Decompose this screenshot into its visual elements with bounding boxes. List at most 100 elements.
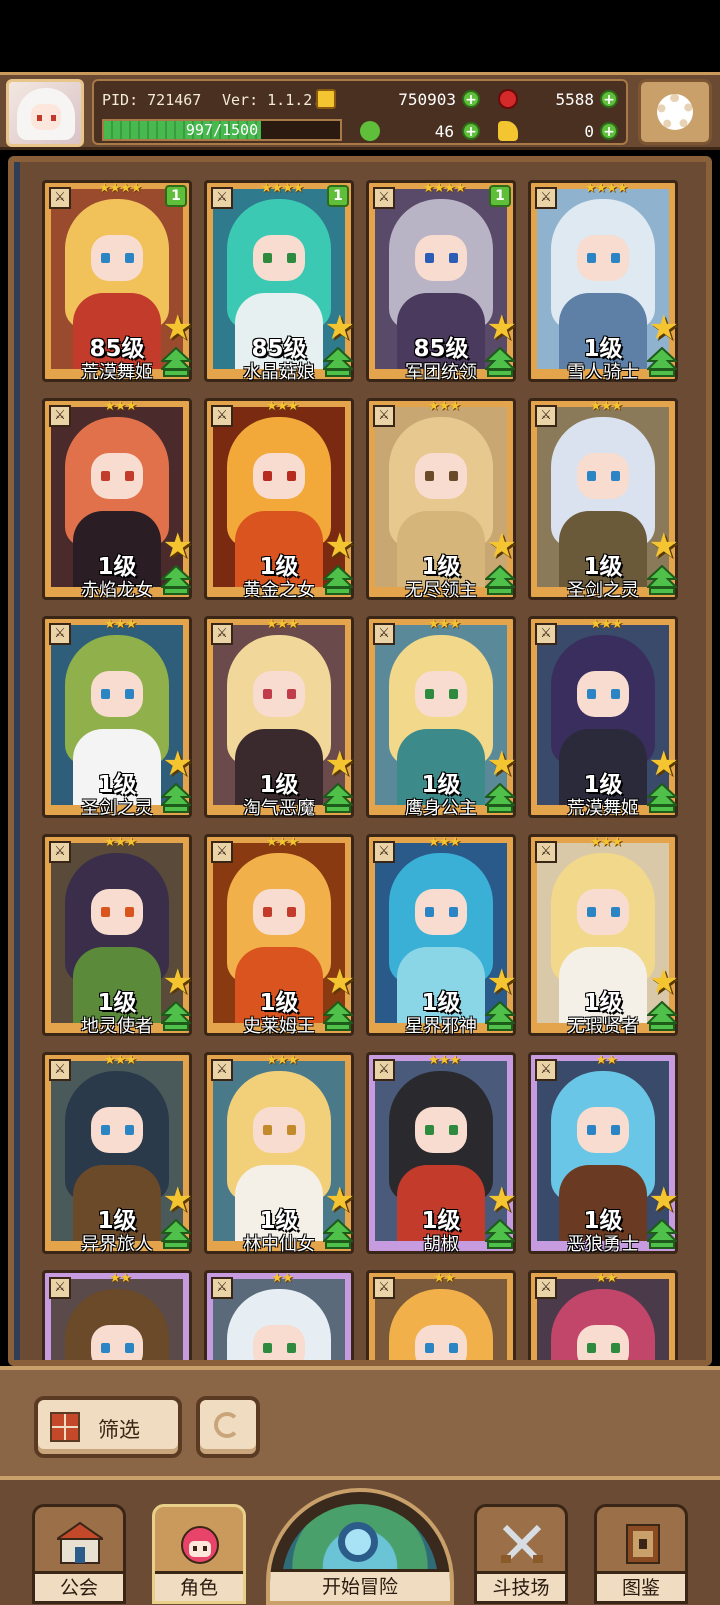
hero-eye <box>611 1125 620 1135</box>
hero-card[interactable]: ⚔ ★★ <box>366 1270 516 1360</box>
hero-card[interactable]: 1级 ⚔ ★★★ ★ 异界旅人 <box>42 1052 193 1255</box>
hero-class-icon: ⚔ <box>49 187 71 209</box>
nav-start-adventure[interactable]: 开始冒险 <box>266 1488 454 1605</box>
add-gems-button[interactable]: + <box>600 90 618 108</box>
hero-badge: 1 <box>165 185 187 207</box>
hero-name: 军团统领 <box>405 362 477 383</box>
nav-arena[interactable]: 斗技场 <box>474 1504 568 1604</box>
hero-card[interactable]: ⚔ ★★ <box>42 1270 192 1360</box>
player-avatar[interactable] <box>6 79 84 147</box>
nav-codex[interactable]: 图鉴 <box>594 1504 688 1604</box>
hero-stars: ★★★★ <box>260 181 305 196</box>
hero-class-icon: ⚔ <box>49 405 71 427</box>
hero-roster[interactable]: 85级 ⚔ ★★★★ 1 ★ 荒漠舞姬 85级 ⚔ ★★★★ 1 ★ 水晶菇娘 85级 ⚔ ★★★★ 1 ★ 军团… <box>8 156 712 1366</box>
upgrade-star-icon: ★ <box>324 526 355 566</box>
hero-eye <box>425 1343 434 1353</box>
hero-eye <box>125 1125 134 1135</box>
hero-card[interactable]: 1级 ⚔ ★★★ ★ 史莱姆王 <box>204 834 355 1037</box>
hero-eye <box>101 1343 110 1353</box>
hero-name: 无瑕贤者 <box>567 1016 639 1037</box>
hero-card[interactable]: 1级 ⚔ ★★★ ★ 星界邪神 <box>366 834 517 1037</box>
upgrade-star-icon: ★ <box>648 744 679 784</box>
hero-card[interactable]: ⚔ ★★ <box>528 1270 678 1360</box>
hero-eye <box>449 471 458 481</box>
hero-class-icon: ⚔ <box>49 1059 71 1081</box>
hero-card[interactable]: 1级 ⚔ ★★★ ★ 胡椒 <box>366 1052 517 1255</box>
hero-stars: ★★ <box>595 1271 617 1286</box>
hero-eye <box>449 907 458 917</box>
add-horn-button[interactable]: + <box>600 122 618 140</box>
hero-card[interactable]: 1级 ⚔ ★★★ ★ 无尽领主 <box>366 398 517 601</box>
hero-face <box>577 671 629 717</box>
status-bar <box>0 0 720 72</box>
exp-text: 997/1500 <box>185 121 259 139</box>
hero-name: 鹰身公主 <box>405 798 477 819</box>
hero-stars: ★★ <box>109 1271 131 1286</box>
hero-card[interactable]: 1级 ⚔ ★★★ ★ 林中仙女 <box>204 1052 355 1255</box>
add-clover-button[interactable]: + <box>462 122 480 140</box>
add-gold-button[interactable]: + <box>462 90 480 108</box>
hero-card[interactable]: 1级 ⚔ ★★★ ★ 圣剑之灵 <box>528 398 679 601</box>
hero-card[interactable]: 1级 ⚔ ★★★ ★ 淘气恶魔 <box>204 616 355 819</box>
grid-icon <box>50 1412 80 1442</box>
hero-card[interactable]: 1级 ⚔ ★★★ ★ 荒漠舞姬 <box>528 616 679 819</box>
hero-stars: ★★★ <box>590 399 623 414</box>
nav-codex-label: 图鉴 <box>597 1571 685 1601</box>
hero-eye <box>587 907 596 917</box>
hero-stars: ★★★ <box>104 399 137 414</box>
refresh-button[interactable] <box>196 1396 260 1458</box>
hero-card[interactable]: 1级 ⚔ ★★★ ★ 黄金之女 <box>204 398 355 601</box>
hero-class-icon: ⚔ <box>49 623 71 645</box>
horn-amount: 0 <box>584 122 594 141</box>
hero-stars: ★★★★ <box>422 181 467 196</box>
hero-card[interactable]: 1级 ⚔ ★★★ ★ 鹰身公主 <box>366 616 517 819</box>
hero-card[interactable]: 85级 ⚔ ★★★★ 1 ★ 军团统领 <box>366 180 517 383</box>
hero-face <box>577 1107 629 1153</box>
hero-stars: ★★ <box>595 1053 617 1068</box>
hero-card[interactable]: 1级 ⚔ ★★★★ ★ 雪人骑士 <box>528 180 679 383</box>
hero-face <box>415 1107 467 1153</box>
hero-card[interactable]: 1级 ⚔ ★★★ ★ 地灵使者 <box>42 834 193 1037</box>
gear-icon <box>657 94 693 130</box>
refresh-icon <box>214 1412 240 1438</box>
hero-name: 水晶菇娘 <box>243 362 315 383</box>
hero-card[interactable]: 1级 ⚔ ★★ ★ 恶狼勇士 <box>528 1052 679 1255</box>
hero-face <box>91 889 143 935</box>
upgrade-star-icon: ★ <box>648 962 679 1002</box>
hero-class-icon: ⚔ <box>373 187 395 209</box>
upgrade-star-icon: ★ <box>486 744 517 784</box>
hero-card[interactable]: ⚔ ★★ <box>204 1270 354 1360</box>
hero-stars: ★★★★ <box>584 181 629 196</box>
hero-class-icon: ⚔ <box>535 623 557 645</box>
hero-eye <box>287 471 296 481</box>
filter-button[interactable]: 筛选 <box>34 1396 182 1458</box>
hero-card[interactable]: 1级 ⚔ ★★★ ★ 圣剑之灵 <box>42 616 193 819</box>
hero-face <box>91 671 143 717</box>
hero-stars: ★★★ <box>428 835 461 850</box>
hero-face <box>253 235 305 281</box>
hero-name: 地灵使者 <box>81 1016 153 1037</box>
hero-name: 圣剑之灵 <box>567 580 639 601</box>
hero-face <box>415 453 467 499</box>
hero-face <box>253 1107 305 1153</box>
hero-class-icon: ⚔ <box>211 1277 233 1299</box>
hero-card[interactable]: 1级 ⚔ ★★★ ★ 赤焰龙女 <box>42 398 193 601</box>
upgrade-star-icon: ★ <box>324 1180 355 1220</box>
hero-badge: 1 <box>489 185 511 207</box>
settings-button[interactable] <box>638 79 712 145</box>
hero-stars: ★★★ <box>590 835 623 850</box>
bottom-nav: 公会 角色 开始冒险 斗技场 图鉴 <box>0 1476 720 1605</box>
nav-guild[interactable]: 公会 <box>32 1504 126 1604</box>
horn-icon <box>498 121 518 141</box>
hero-card[interactable]: 85级 ⚔ ★★★★ 1 ★ 水晶菇娘 <box>204 180 355 383</box>
hero-eye <box>587 689 596 699</box>
hero-eye <box>611 1343 620 1353</box>
nav-character[interactable]: 角色 <box>152 1504 246 1604</box>
hero-name: 林中仙女 <box>243 1234 315 1255</box>
hero-class-icon: ⚔ <box>211 405 233 427</box>
nav-adventure-label: 开始冒险 <box>270 1569 450 1601</box>
hero-card[interactable]: 85级 ⚔ ★★★★ 1 ★ 荒漠舞姬 <box>42 180 193 383</box>
hero-eye <box>611 689 620 699</box>
hero-card[interactable]: 1级 ⚔ ★★★ ★ 无瑕贤者 <box>528 834 679 1037</box>
upgrade-star-icon: ★ <box>486 308 517 348</box>
